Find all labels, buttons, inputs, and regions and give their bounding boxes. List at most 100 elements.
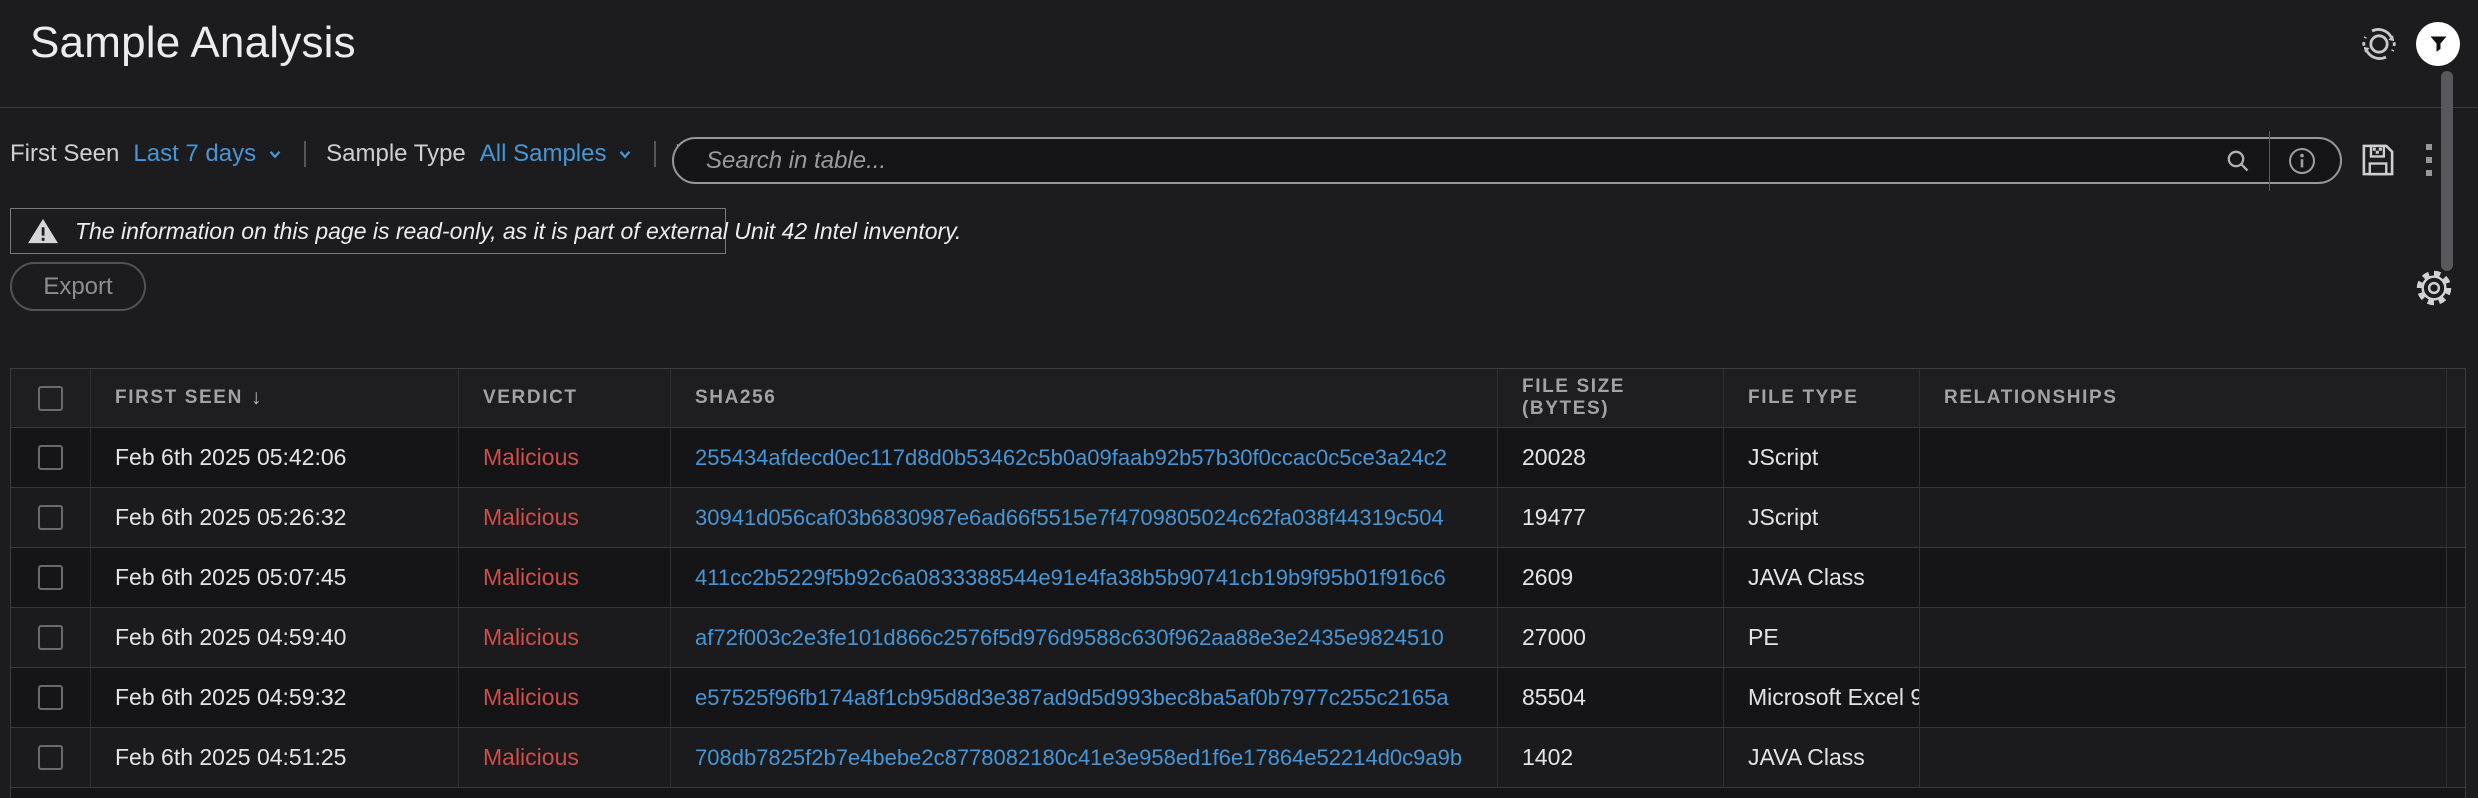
column-label: SHA256 <box>695 387 776 409</box>
filter-label: Sample Type <box>326 140 466 168</box>
filter-first-seen-dropdown[interactable]: Last 7 days <box>133 140 284 168</box>
cell-first-seen: Feb 6th 2025 04:59:40 <box>91 608 459 667</box>
scrollbar-track-cell <box>2447 428 2465 487</box>
sha256-link[interactable]: e57525f96fb174a8f1cb95d8d3e387ad9d5d993b… <box>695 685 1449 711</box>
row-checkbox[interactable] <box>38 505 63 530</box>
floppy-save-icon <box>2358 140 2398 180</box>
save-view-button[interactable] <box>2358 140 2398 180</box>
cell-relationships <box>1920 668 2447 727</box>
table-row[interactable]: Feb 6th 2025 04:59:40 Malicious af72f003… <box>11 607 2465 667</box>
scrollbar-track-cell <box>2447 488 2465 547</box>
refresh-button[interactable] <box>2358 23 2400 65</box>
scrollbar-header-cell <box>2447 369 2465 427</box>
filter-separator <box>654 141 656 167</box>
row-select-cell <box>11 548 91 607</box>
cell-verdict: Malicious <box>459 608 671 667</box>
cell-file-type: JScript <box>1724 488 1920 547</box>
row-select-cell <box>11 428 91 487</box>
more-options-button[interactable] <box>2424 141 2434 179</box>
search-icon[interactable] <box>2223 146 2253 176</box>
column-label: FIRST SEEN <box>115 387 243 409</box>
export-button[interactable]: Export <box>10 262 146 311</box>
sample-analysis-page: Sample Analysis <box>0 0 2478 798</box>
cell-sha256: 708db7825f2b7e4bebe2c8778082180c41e3e958… <box>671 728 1498 787</box>
table-body: Feb 6th 2025 05:42:06 Malicious 255434af… <box>11 427 2465 787</box>
cell-first-seen: Feb 6th 2025 04:59:32 <box>91 668 459 727</box>
gear-icon <box>2414 268 2454 308</box>
search-actions <box>2358 140 2434 180</box>
column-header-relationships[interactable]: RELATIONSHIPS <box>1920 369 2447 427</box>
scrollbar-track-cell <box>2447 608 2465 667</box>
row-checkbox[interactable] <box>38 745 63 770</box>
cell-relationships <box>1920 548 2447 607</box>
cell-file-type: JAVA Class <box>1724 728 1920 787</box>
sha256-link[interactable]: 411cc2b5229f5b92c6a0833388544e91e4fa38b5… <box>695 565 1446 591</box>
cell-sha256: e57525f96fb174a8f1cb95d8d3e387ad9d5d993b… <box>671 668 1498 727</box>
column-header-file-type[interactable]: FILE TYPE <box>1724 369 1920 427</box>
cell-file-type: Microsoft Excel 9… <box>1724 668 1920 727</box>
samples-table: FIRST SEEN ↓ VERDICT SHA256 FILE SIZE (B… <box>10 368 2466 798</box>
cell-file-size: 27000 <box>1498 608 1724 667</box>
cell-file-size: 2609 <box>1498 548 1724 607</box>
cell-file-size: 1402 <box>1498 728 1724 787</box>
sort-desc-icon: ↓ <box>251 386 263 410</box>
column-header-verdict[interactable]: VERDICT <box>459 369 671 427</box>
cell-file-size: 20028 <box>1498 428 1724 487</box>
scrollbar-track-cell <box>2447 728 2465 787</box>
sha256-link[interactable]: 708db7825f2b7e4bebe2c8778082180c41e3e958… <box>695 745 1462 771</box>
select-all-checkbox[interactable] <box>38 386 63 411</box>
column-label: FILE TYPE <box>1748 387 1858 409</box>
cell-file-size: 19477 <box>1498 488 1724 547</box>
sha256-link[interactable]: 255434afdecd0ec117d8d0b53462c5b0a09faab9… <box>695 445 1447 471</box>
cell-verdict: Malicious <box>459 548 671 607</box>
table-row[interactable]: Feb 6th 2025 05:07:45 Malicious 411cc2b5… <box>11 547 2465 607</box>
column-header-first-seen[interactable]: FIRST SEEN ↓ <box>91 369 459 427</box>
sha256-link[interactable]: 30941d056caf03b6830987e6ad66f5515e7f4709… <box>695 505 1444 531</box>
readonly-banner: The information on this page is read-onl… <box>10 208 726 254</box>
filter-first-seen: First Seen Last 7 days <box>10 140 284 168</box>
select-all-cell <box>11 369 91 427</box>
column-header-sha256[interactable]: SHA256 <box>671 369 1498 427</box>
table-row[interactable]: Feb 6th 2025 05:42:06 Malicious 255434af… <box>11 427 2465 487</box>
cell-first-seen: Feb 6th 2025 04:51:25 <box>91 728 459 787</box>
column-label: RELATIONSHIPS <box>1944 387 2118 409</box>
row-checkbox[interactable] <box>38 445 63 470</box>
cell-verdict: Malicious <box>459 428 671 487</box>
table-row[interactable]: Feb 6th 2025 04:59:32 Malicious e57525f9… <box>11 667 2465 727</box>
cell-relationships <box>1920 428 2447 487</box>
cell-relationships <box>1920 488 2447 547</box>
cell-file-type: JScript <box>1724 428 1920 487</box>
table-row[interactable]: Feb 6th 2025 05:26:32 Malicious 30941d05… <box>11 487 2465 547</box>
filter-sample-type-dropdown[interactable]: All Samples <box>480 140 635 168</box>
cell-first-seen: Feb 6th 2025 05:07:45 <box>91 548 459 607</box>
cell-first-seen: Feb 6th 2025 05:26:32 <box>91 488 459 547</box>
search-divider <box>2269 131 2270 191</box>
cell-sha256: af72f003c2e3fe101d866c2576f5d976d9588c63… <box>671 608 1498 667</box>
chevron-down-icon <box>616 145 634 163</box>
column-label: FILE SIZE (BYTES) <box>1522 376 1699 420</box>
table-search <box>672 137 2342 184</box>
row-checkbox[interactable] <box>38 565 63 590</box>
info-icon[interactable] <box>2286 145 2318 177</box>
refresh-icon <box>2358 23 2400 65</box>
filter-preset-button[interactable] <box>2416 22 2460 66</box>
cell-file-type: JAVA Class <box>1724 548 1920 607</box>
row-select-cell <box>11 728 91 787</box>
scrollbar-track-cell <box>2447 668 2465 727</box>
column-header-file-size[interactable]: FILE SIZE (BYTES) <box>1498 369 1724 427</box>
search-input[interactable] <box>674 139 2223 182</box>
chevron-down-icon <box>266 145 284 163</box>
vertical-scrollbar-thumb[interactable] <box>2441 71 2453 271</box>
filter-value: All Samples <box>480 140 607 168</box>
row-checkbox[interactable] <box>38 625 63 650</box>
row-select-cell <box>11 488 91 547</box>
row-select-cell <box>11 668 91 727</box>
table-settings-button[interactable] <box>2414 268 2454 308</box>
sha256-link[interactable]: af72f003c2e3fe101d866c2576f5d976d9588c63… <box>695 625 1444 651</box>
row-checkbox[interactable] <box>38 685 63 710</box>
filter-label: First Seen <box>10 140 119 168</box>
table-row[interactable]: Feb 6th 2025 04:51:25 Malicious 708db782… <box>11 727 2465 787</box>
cell-verdict: Malicious <box>459 488 671 547</box>
row-select-cell <box>11 608 91 667</box>
cell-first-seen: Feb 6th 2025 05:42:06 <box>91 428 459 487</box>
